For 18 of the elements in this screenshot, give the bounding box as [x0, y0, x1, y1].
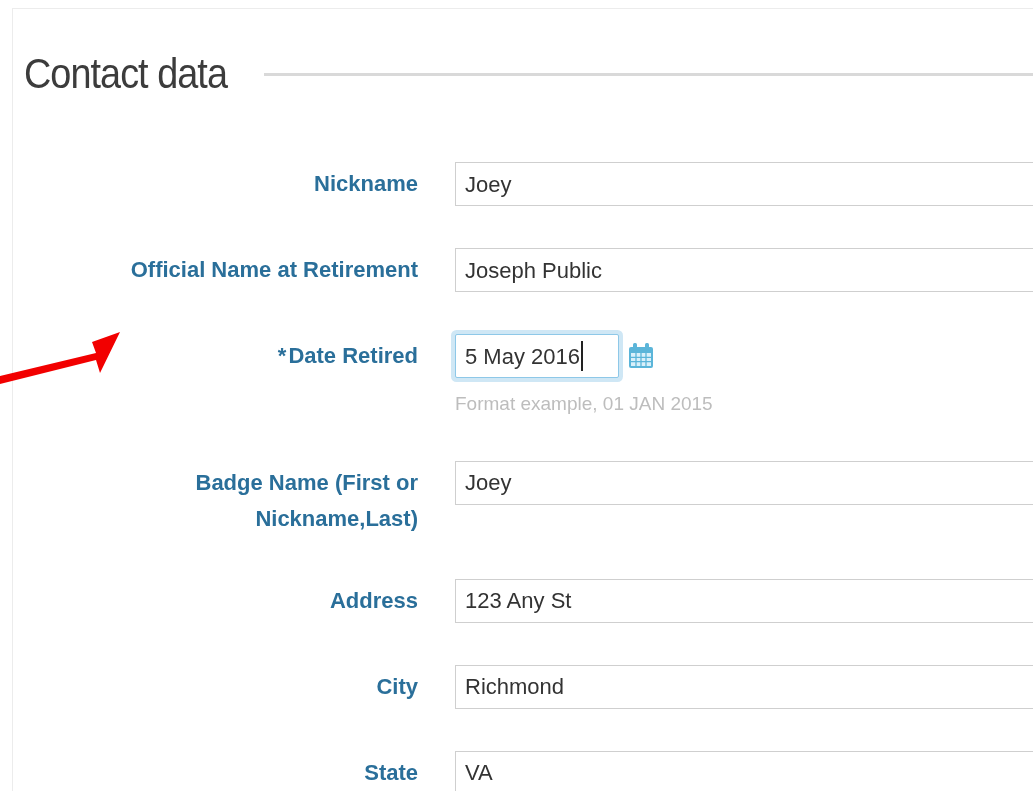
field-label: Badge Name (First or Nickname,Last) [194, 468, 418, 533]
field-label: Official Name at Retirement [130, 256, 418, 284]
field-label: State [364, 758, 418, 787]
required-asterisk: * [277, 342, 287, 370]
text-field[interactable]: VA [455, 750, 1033, 791]
calendar-icon[interactable] [627, 342, 655, 370]
format-hint: Format example, 01 JAN 2015 [455, 392, 714, 416]
text-cursor [580, 341, 583, 371]
section-title: Contact data [24, 49, 227, 99]
text-field[interactable]: 123 Any St [455, 578, 1033, 623]
text-field[interactable]: Joey [455, 162, 1033, 206]
field-label: City [376, 672, 418, 701]
text-field[interactable]: Joseph Public [455, 248, 1033, 292]
field-label: Address [329, 586, 418, 615]
field-label: Date Retired [288, 342, 418, 370]
text-field[interactable]: Joey [455, 460, 1033, 505]
field-label: Nickname [314, 170, 418, 198]
text-field[interactable]: Richmond [455, 664, 1033, 709]
